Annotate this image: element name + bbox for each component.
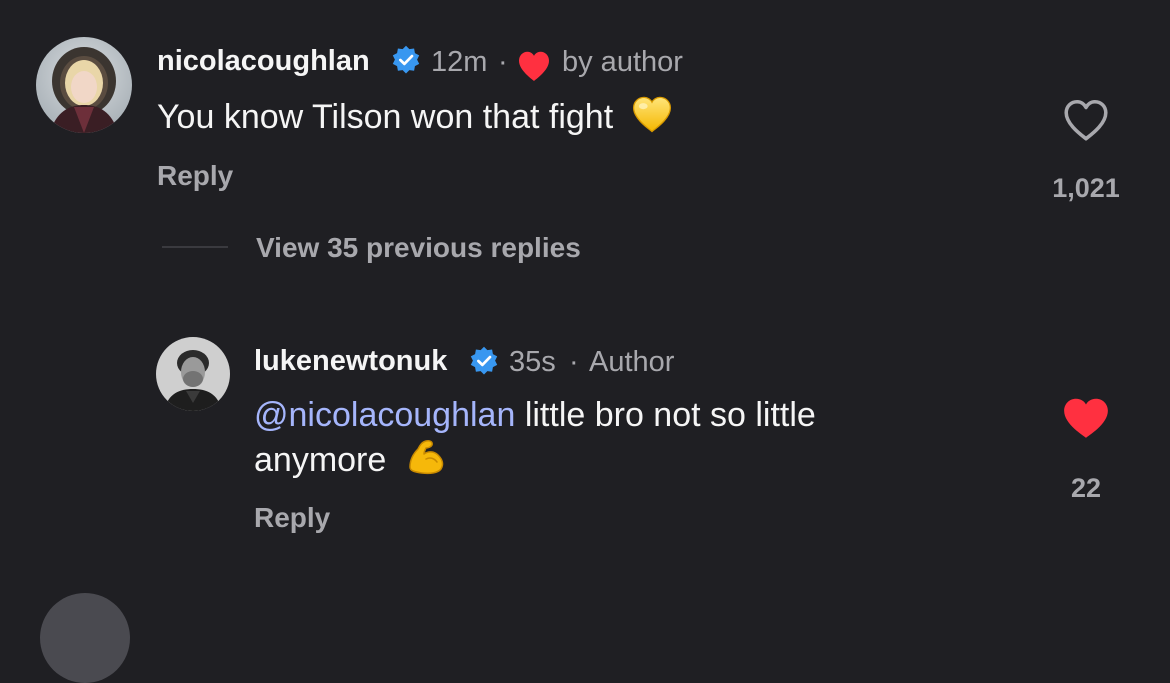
reply-text-line-2: anymore: [254, 437, 974, 482]
reply-text-body-1: little bro not so little: [524, 396, 816, 434]
next-comment-avatar[interactable]: [40, 593, 130, 683]
replies-divider: [162, 246, 228, 248]
reply-like-count: 22: [1070, 473, 1102, 503]
avatar-image: [36, 37, 132, 133]
meta-separator: ·: [498, 46, 508, 78]
comment-text: You know Tilson won that fight: [157, 94, 673, 139]
like-heart-filled-icon[interactable]: [1061, 396, 1111, 440]
reply-reply-button[interactable]: Reply: [254, 502, 330, 534]
avatar-nicolacoughlan[interactable]: [36, 37, 132, 133]
comment-reply-button[interactable]: Reply: [157, 160, 233, 192]
verified-badge-icon: [391, 45, 421, 75]
reply-text: @nicolacoughlan little bro not so little…: [254, 394, 974, 482]
liked-by-author-label: by author: [562, 46, 683, 78]
author-label: Author: [589, 346, 675, 378]
reply-text-body-2: anymore: [254, 441, 387, 479]
avatar-lukenewtonuk[interactable]: [156, 337, 230, 411]
heart-filled-icon: [516, 50, 552, 82]
avatar-image: [156, 337, 230, 411]
comment-text-body: You know Tilson won that fight: [157, 98, 614, 136]
like-heart-outline-icon[interactable]: [1061, 98, 1111, 142]
mention-link[interactable]: @nicolacoughlan: [254, 396, 515, 434]
comment-username[interactable]: nicolacoughlan: [157, 45, 370, 78]
flexed-biceps-emoji-icon: [404, 437, 448, 477]
view-previous-replies-button[interactable]: View 35 previous replies: [256, 232, 581, 264]
reply-text-line-1: @nicolacoughlan little bro not so little: [254, 394, 974, 437]
verified-badge-icon: [469, 346, 499, 376]
comment-time: 12m: [431, 46, 488, 78]
yellow-heart-emoji-icon: [631, 94, 673, 134]
reply-username[interactable]: lukenewtonuk: [254, 345, 447, 378]
meta-separator: ·: [569, 346, 579, 378]
comment-like-count: 1,021: [1052, 173, 1120, 203]
reply-time: 35s: [509, 346, 556, 378]
